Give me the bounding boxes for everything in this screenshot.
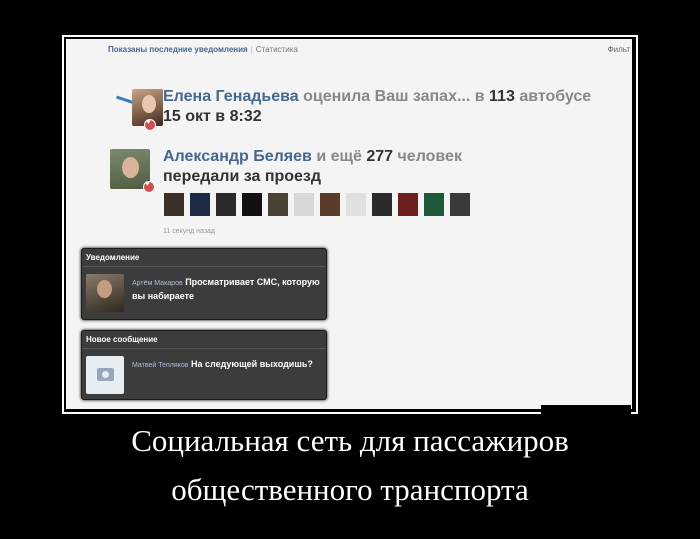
camera-icon xyxy=(97,368,114,381)
user-link[interactable]: Елена Генадьева xyxy=(163,88,299,105)
user-link[interactable]: Александр Беляев xyxy=(163,148,312,165)
popup-message: Матвей Тепляков На следующей выходишь? xyxy=(132,359,313,369)
popup-message: Артём Макаров Просматривает СМС, которую… xyxy=(132,277,320,301)
popup-title: Уведомление xyxy=(86,253,140,262)
notification-popup[interactable]: Уведомление Артём Макаров Просматривает … xyxy=(81,248,327,320)
avatar[interactable] xyxy=(86,356,124,394)
user-thumbnail[interactable] xyxy=(164,193,184,216)
frame-corner xyxy=(541,405,631,419)
message-popup[interactable]: Новое сообщение Матвей Тепляков На следу… xyxy=(81,330,327,400)
timestamp: 11 секунд назад xyxy=(163,228,216,235)
sender-link[interactable]: Артём Макаров xyxy=(132,280,183,287)
heart-icon xyxy=(143,179,155,193)
sender-link[interactable]: Матвей Тепляков xyxy=(132,362,188,369)
user-thumbnail[interactable] xyxy=(216,193,236,216)
screenshot-panel: Показаны последние уведомления | Статистик… xyxy=(66,39,632,409)
user-thumbnail[interactable] xyxy=(372,193,392,216)
date-link[interactable]: 15 окт в 8:32 xyxy=(163,108,262,125)
tab-separator: | xyxy=(250,45,253,54)
filter-link[interactable]: Фильт xyxy=(608,45,630,54)
popup-title: Новое сообщение xyxy=(86,335,158,344)
tab-statistics[interactable]: Статистика xyxy=(256,45,298,54)
caption-line-1: Социальная сеть для пассажиров xyxy=(131,423,569,458)
avatar[interactable] xyxy=(86,274,124,312)
divider xyxy=(82,266,326,267)
user-thumbnail[interactable] xyxy=(398,193,418,216)
tab-recent-notifications[interactable]: Показаны последние уведомления xyxy=(108,45,248,54)
user-thumbnail[interactable] xyxy=(450,193,470,216)
user-thumbnail[interactable] xyxy=(320,193,340,216)
user-thumbnails xyxy=(164,193,476,216)
divider xyxy=(82,348,326,349)
user-thumbnail[interactable] xyxy=(242,193,262,216)
heart-icon xyxy=(144,117,156,131)
caption-line-2: общественного транспорта xyxy=(171,472,529,507)
user-thumbnail[interactable] xyxy=(346,193,366,216)
user-thumbnail[interactable] xyxy=(190,193,210,216)
notification-group: Александр Беляев и ещё 277 человек перед… xyxy=(163,148,462,185)
user-thumbnail[interactable] xyxy=(268,193,288,216)
notifications-header: Показаны последние уведомления | Статистик… xyxy=(108,45,298,54)
user-thumbnail[interactable] xyxy=(424,193,444,216)
user-thumbnail[interactable] xyxy=(294,193,314,216)
notification-like: Елена Генадьева оценила Ваш запах... в 1… xyxy=(163,88,592,125)
